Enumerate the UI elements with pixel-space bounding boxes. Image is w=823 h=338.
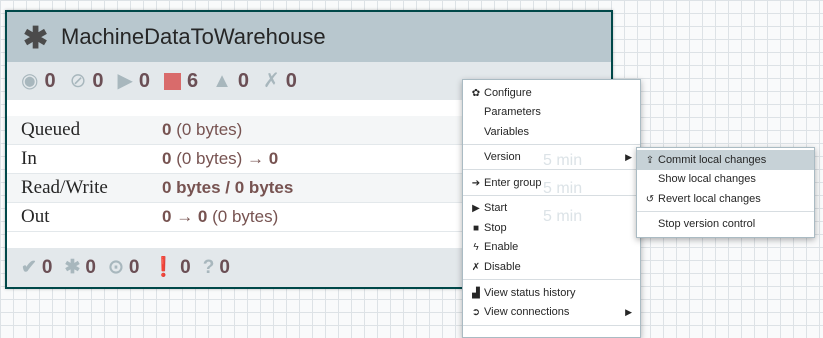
menu-item-disable[interactable]: ✗ Disable <box>463 257 640 277</box>
locally-modified-stat: ✱ 0 <box>64 256 97 278</box>
up-to-date-stat: ✔ 0 <box>21 256 53 278</box>
stopped-icon <box>163 72 181 90</box>
menu-separator <box>463 279 640 280</box>
menu-item-start[interactable]: ▶ Start <box>463 198 640 218</box>
stop-icon: ■ <box>472 222 480 234</box>
menu-separator <box>637 211 814 212</box>
submenu-item-show-local-changes[interactable]: Show local changes <box>637 169 814 189</box>
menu-item-enter-group[interactable]: ➔ Enter group <box>463 173 640 193</box>
menu-separator <box>463 325 640 326</box>
invalid-icon: ▲ <box>212 70 232 92</box>
process-group-header[interactable]: ✱ MachineDataToWarehouse <box>7 12 611 62</box>
version-submenu: ⇪ Commit local changes Show local change… <box>636 147 815 238</box>
enable-icon: ϟ <box>473 241 479 253</box>
menu-item-view-status-history[interactable]: ▟ View status history <box>463 283 640 303</box>
submenu-arrow-icon: ▶ <box>625 306 632 317</box>
running-icon: ▶ <box>117 70 133 92</box>
chart-icon: ▟ <box>472 287 480 299</box>
locally-modified-icon: ✱ <box>64 257 81 278</box>
submenu-item-revert-local-changes[interactable]: ↺ Revert local changes <box>637 189 814 209</box>
connections-icon: ➲ <box>471 306 481 318</box>
submenu-item-stop-version-control[interactable]: Stop version control <box>637 214 814 234</box>
stopped-stat: 6 <box>163 70 198 93</box>
menu-item-stop[interactable]: ■ Stop <box>463 218 640 238</box>
menu-item-parameters[interactable]: Parameters <box>463 102 640 122</box>
menu-separator <box>463 144 640 145</box>
process-group-icon: ✱ <box>23 21 49 55</box>
menu-item-configure[interactable]: ✿ Configure <box>463 83 640 103</box>
process-group-title: MachineDataToWarehouse <box>61 24 326 49</box>
running-stat: ▶ 0 <box>117 69 150 92</box>
not-transmitting-stat: ⊘ 0 <box>69 69 104 92</box>
enter-icon: ➔ <box>471 177 481 189</box>
sync-failure-icon: ? <box>202 257 215 278</box>
locally-modified-and-stale-icon: ❗ <box>151 257 176 278</box>
disable-icon: ✗ <box>471 261 481 273</box>
gear-icon: ✿ <box>471 87 481 99</box>
menu-separator <box>463 195 640 196</box>
sync-failure-stat: ? 0 <box>202 256 230 278</box>
up-to-date-icon: ✔ <box>21 257 37 278</box>
upload-icon: ⇪ <box>645 154 655 166</box>
locally-modified-and-stale-stat: ❗ 0 <box>151 256 191 278</box>
menu-item-version[interactable]: Version ▶ <box>463 147 640 167</box>
submenu-arrow-icon: ▶ <box>625 151 632 162</box>
disabled-stat: ✗ 0 <box>263 69 297 92</box>
disabled-icon: ✗ <box>263 70 280 92</box>
transmitting-stat: ◉ 0 <box>21 69 56 92</box>
menu-separator <box>463 169 640 170</box>
play-icon: ▶ <box>472 202 480 214</box>
stale-stat: ⊙ 0 <box>108 256 140 278</box>
submenu-item-commit-local-changes[interactable]: ⇪ Commit local changes <box>637 150 814 170</box>
stale-icon: ⊙ <box>108 257 124 278</box>
context-menu: 5 min 5 min 5 min ✿ Configure Parameters… <box>462 79 641 338</box>
undo-icon: ↺ <box>645 193 655 205</box>
menu-item-view-connections[interactable]: ➲ View connections ▶ <box>463 302 640 322</box>
menu-item-enable[interactable]: ϟ Enable <box>463 237 640 257</box>
invalid-stat: ▲ 0 <box>212 69 250 92</box>
menu-item-variables[interactable]: Variables <box>463 122 640 142</box>
transmitting-icon: ◉ <box>21 70 39 92</box>
not-transmitting-icon: ⊘ <box>69 70 87 92</box>
